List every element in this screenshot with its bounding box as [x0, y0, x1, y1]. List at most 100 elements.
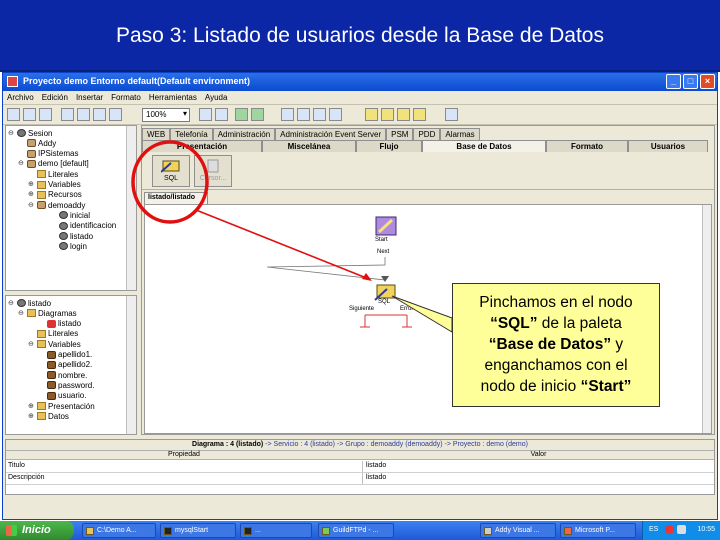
table-row[interactable]: Titulo listado — [6, 461, 714, 473]
tree-item[interactable]: Literales — [28, 169, 78, 179]
tree-toggle-icon[interactable] — [28, 330, 35, 337]
minimize-button[interactable]: _ — [666, 74, 681, 89]
tree-toggle-icon[interactable] — [38, 320, 45, 327]
debug-icon[interactable] — [297, 108, 310, 121]
cut-icon[interactable] — [61, 108, 74, 121]
tree-toggle-icon[interactable] — [28, 171, 35, 178]
folder-open-icon[interactable] — [365, 108, 378, 121]
task-addy-visual[interactable]: Addy Visual ... — [480, 523, 556, 538]
tree-toggle-icon[interactable] — [50, 243, 57, 250]
menu-formato[interactable]: Formato — [111, 93, 141, 102]
folder-remove-icon[interactable] — [413, 108, 426, 121]
tab-telefonia[interactable]: Telefonía — [170, 128, 213, 140]
globe-icon[interactable] — [235, 108, 248, 121]
menu-herramientas[interactable]: Herramientas — [149, 93, 197, 102]
tree-item[interactable]: Literales — [28, 329, 78, 339]
zoom-select[interactable]: 100% — [142, 108, 190, 122]
tab-psm[interactable]: PSM — [386, 128, 414, 140]
tab-flujo[interactable]: Flujo — [356, 140, 422, 152]
tree-item[interactable]: usuario. — [38, 391, 86, 401]
tree-item[interactable]: listado — [50, 231, 93, 241]
tree-toggle-icon[interactable]: ⊕ — [28, 403, 35, 410]
project-tree-scrollbar[interactable] — [126, 126, 136, 290]
tree-item[interactable]: IPSistemas — [18, 149, 78, 159]
network-icon[interactable] — [677, 525, 686, 534]
tree-item[interactable]: ⊕ Datos — [28, 411, 69, 421]
save-icon[interactable] — [23, 108, 36, 121]
tree-toggle-icon[interactable] — [38, 372, 45, 379]
tree-item[interactable]: ⊖ demoaddy — [28, 200, 85, 210]
tree-toggle-icon[interactable]: ⊖ — [18, 160, 25, 167]
tree-item[interactable]: ⊕ Recursos — [28, 190, 82, 200]
tree-toggle-icon[interactable]: ⊖ — [28, 341, 35, 348]
tree-item[interactable]: ⊕ Presentación — [28, 401, 95, 411]
tree-toggle-icon[interactable] — [50, 212, 57, 219]
column-propiedad[interactable]: Propiedad — [6, 451, 362, 458]
tab-alarmas[interactable]: Alarmas — [440, 128, 480, 140]
tree-toggle-icon[interactable]: ⊕ — [28, 191, 35, 198]
tree-toggle-icon[interactable] — [38, 392, 45, 399]
paste-icon[interactable] — [93, 108, 106, 121]
tree-toggle-icon[interactable]: ⊖ — [18, 310, 25, 317]
tree-item[interactable]: ⊖ demo [default] — [18, 159, 89, 169]
tree-item[interactable]: ⊖ Variables — [28, 339, 81, 349]
tree-item[interactable]: password. — [38, 380, 94, 390]
palette-sql-node[interactable]: SQL — [152, 155, 190, 187]
tree-item[interactable]: ⊖ Diagramas — [18, 308, 77, 318]
copy-icon[interactable] — [77, 108, 90, 121]
tree-toggle-icon[interactable] — [38, 351, 45, 358]
delete-icon[interactable] — [109, 108, 122, 121]
tree-toggle-icon[interactable] — [38, 361, 45, 368]
close-button[interactable]: × — [700, 74, 715, 89]
tree-toggle-icon[interactable]: ⊕ — [28, 181, 35, 188]
language-indicator[interactable]: ES — [649, 526, 658, 533]
tree-toggle-icon[interactable] — [38, 382, 45, 389]
task-mysqlstart[interactable]: mysqlStart — [160, 523, 236, 538]
start-to-sql-connector[interactable] — [266, 257, 386, 281]
window-icon[interactable] — [445, 108, 458, 121]
tree-item[interactable]: ⊕ Variables — [28, 180, 81, 190]
tree-item[interactable]: inicial — [50, 210, 90, 220]
palette-cursor-node[interactable]: Cursor... — [194, 155, 232, 187]
tree-toggle-icon[interactable]: ⊕ — [28, 413, 35, 420]
tree-toggle-icon[interactable]: ⊖ — [8, 130, 15, 137]
tab-usuarios[interactable]: Usuarios — [628, 140, 708, 152]
sql-node[interactable] — [374, 284, 396, 301]
tree-toggle-icon[interactable] — [18, 140, 25, 147]
tree-toggle-icon[interactable] — [50, 222, 57, 229]
tree-item[interactable]: identificacion — [50, 221, 116, 231]
tree-toggle-icon[interactable]: ⊖ — [8, 300, 15, 307]
print-icon[interactable] — [39, 108, 52, 121]
tree-item[interactable]: apellido2. — [38, 360, 92, 370]
tree-item[interactable]: nombre. — [38, 370, 87, 380]
tab-miscelanea[interactable]: Miscelánea — [262, 140, 356, 152]
folder-add-icon[interactable] — [397, 108, 410, 121]
task-guildftpd[interactable]: GuildFTPd - ... — [318, 523, 394, 538]
align-icon[interactable] — [215, 108, 228, 121]
tree-item[interactable]: listado — [38, 319, 81, 329]
tree-toggle-icon[interactable] — [50, 233, 57, 240]
task-demo-folder[interactable]: C:\Demo A... — [82, 523, 156, 538]
window-titlebar[interactable]: Proyecto demo Entorno default(Default en… — [3, 73, 717, 91]
antivirus-icon[interactable] — [665, 525, 674, 534]
tab-pdd[interactable]: PDD — [413, 128, 441, 140]
users-icon[interactable] — [313, 108, 326, 121]
tree-toggle-icon[interactable]: ⊖ — [28, 202, 35, 209]
menu-edicion[interactable]: Edición — [42, 93, 68, 102]
tab-presentacion[interactable]: Presentación — [142, 140, 262, 152]
folder-icon[interactable] — [381, 108, 394, 121]
tree-item[interactable]: ⊖ Sesion — [8, 128, 52, 138]
service-tree-scrollbar[interactable] — [126, 296, 136, 434]
tree-item[interactable]: login — [50, 241, 87, 251]
start-node[interactable] — [375, 216, 397, 236]
tree-toggle-icon[interactable] — [18, 150, 25, 157]
maximize-button[interactable]: □ — [683, 74, 698, 89]
monitor-icon[interactable] — [329, 108, 342, 121]
world-icon[interactable] — [251, 108, 264, 121]
grid-icon[interactable] — [199, 108, 212, 121]
tree-item[interactable]: ⊖ listado — [8, 298, 51, 308]
tree-item[interactable]: apellido1. — [38, 350, 92, 360]
property-value[interactable]: listado — [366, 462, 386, 469]
diagram-document-tab[interactable]: listado/listado — [144, 192, 208, 204]
tab-base-de-datos[interactable]: Base de Datos — [422, 140, 546, 152]
